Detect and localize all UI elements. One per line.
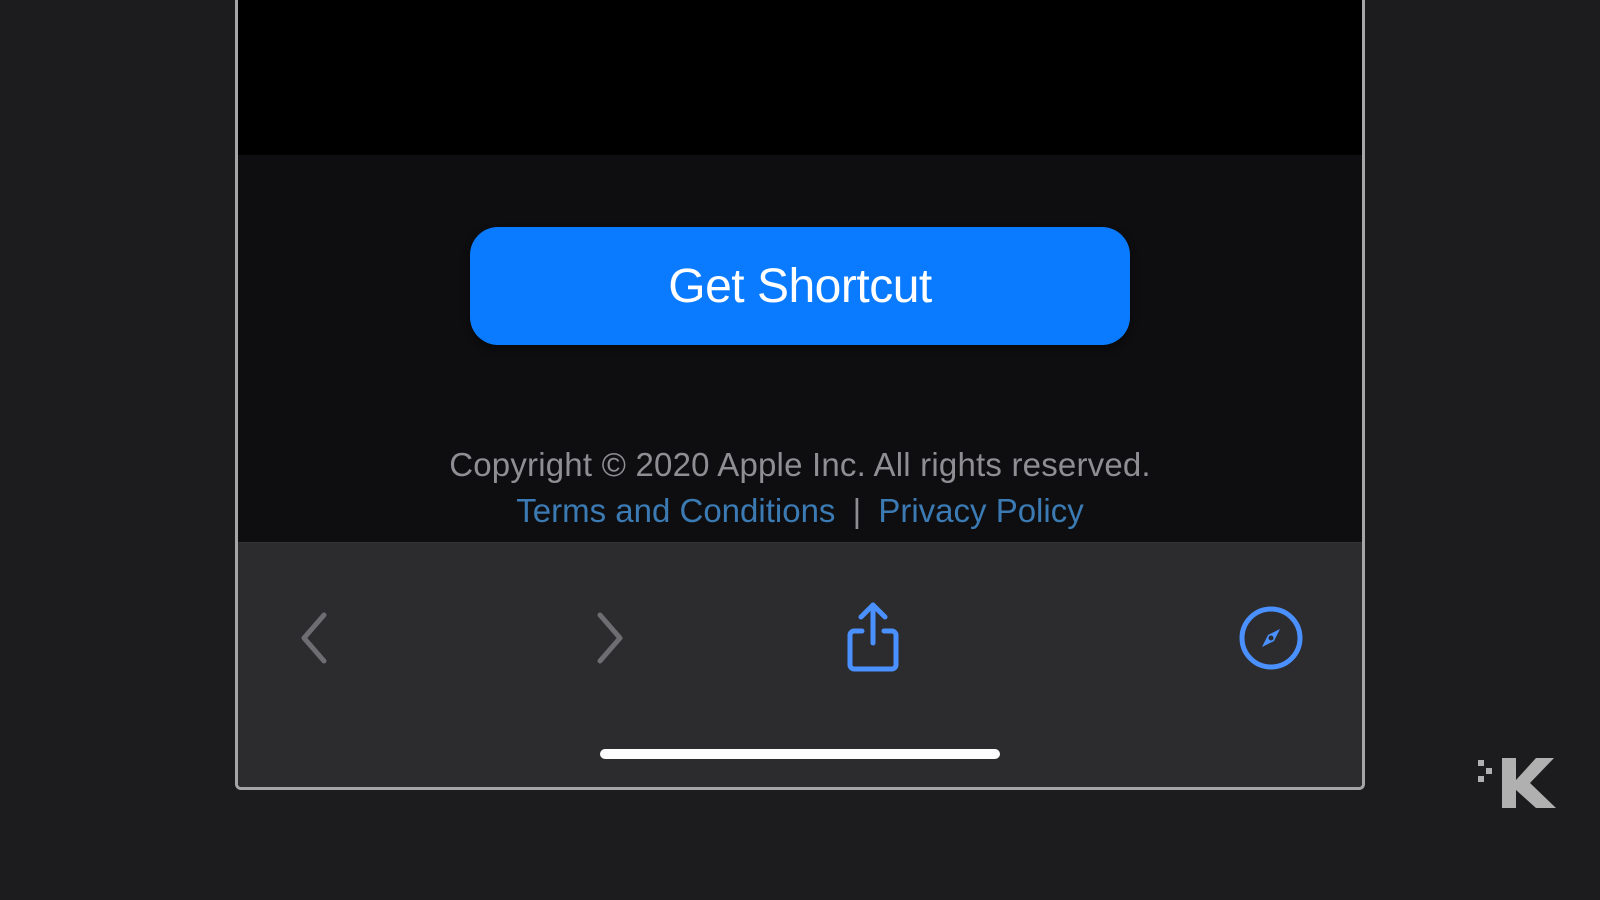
link-separator: | — [853, 492, 862, 529]
page-content: Get Shortcut Copyright © 2020 Apple Inc.… — [238, 0, 1362, 542]
compass-icon — [1238, 605, 1304, 674]
content-main: Get Shortcut Copyright © 2020 Apple Inc.… — [238, 155, 1362, 542]
share-icon — [844, 601, 902, 678]
get-shortcut-button[interactable]: Get Shortcut — [470, 227, 1130, 345]
footer-links: Terms and Conditions | Privacy Policy — [516, 492, 1083, 530]
share-button[interactable] — [836, 593, 910, 686]
bottom-toolbar — [238, 542, 1362, 787]
forward-button[interactable] — [586, 601, 636, 678]
home-indicator[interactable] — [600, 749, 1000, 759]
chevron-right-icon — [594, 609, 628, 670]
copyright-text: Copyright © 2020 Apple Inc. All rights r… — [449, 443, 1151, 488]
toolbar-inner — [238, 593, 1362, 686]
terms-link[interactable]: Terms and Conditions — [516, 492, 835, 529]
watermark-logo — [1478, 748, 1568, 818]
back-button[interactable] — [288, 601, 338, 678]
privacy-link[interactable]: Privacy Policy — [878, 492, 1083, 529]
content-spacer-top — [238, 0, 1362, 155]
chevron-left-icon — [296, 609, 330, 670]
nav-group — [288, 601, 636, 678]
safari-button[interactable] — [1230, 597, 1312, 682]
device-frame: Get Shortcut Copyright © 2020 Apple Inc.… — [235, 0, 1365, 790]
